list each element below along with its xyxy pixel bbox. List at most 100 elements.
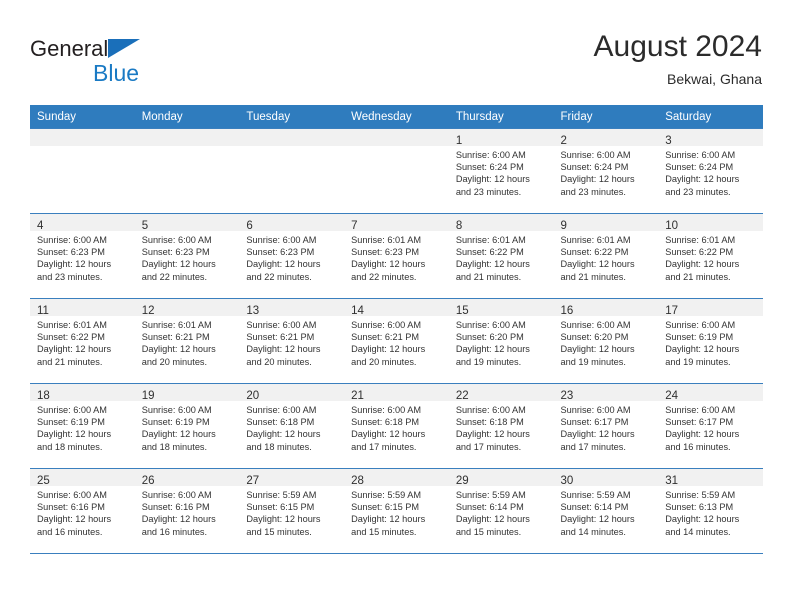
triangle-flag-icon [108,39,141,58]
day-number-band: 29 [448,469,554,487]
day-number-band [134,129,240,146]
title-block: August 2024 Bekwai, Ghana [594,28,762,89]
day-info-line: Daylight: 12 hours [37,344,112,355]
calendar-day-cell[interactable]: 25 Sunrise: 6:00 AM Sunset: 6:16 PM Dayligh… [30,468,135,554]
day-number: 29 [455,475,469,487]
calendar-day-cell[interactable]: 20 Sunrise: 6:00 AM Sunset: 6:18 PM Dayligh… [239,383,345,469]
day-number: 21 [351,390,364,402]
day-info-line: Sunset: 6:24 PM [665,162,734,173]
calendar-day-cell[interactable]: 11 Sunrise: 6:01 AM Sunset: 6:22 PM Dayligh… [30,298,135,384]
calendar-day-cell[interactable]: 5 Sunrise: 6:00 AM Sunset: 6:23 PM Daylight… [134,213,240,299]
calendar-day-cell[interactable]: 15 Sunrise: 6:00 AM Sunset: 6:20 PM Dayligh… [448,298,554,384]
day-number-band: 16 [553,299,659,317]
calendar-day-cell[interactable]: 13 Sunrise: 6:00 AM Sunset: 6:21 PM Dayligh… [239,298,345,384]
calendar-day-cell[interactable]: 10 Sunrise: 6:01 AM Sunset: 6:22 PM Dayligh… [658,213,763,299]
day-info-line: Daylight: 12 hours [37,514,112,525]
calendar-day-cell[interactable]: 27 Sunrise: 5:59 AM Sunset: 6:15 PM Dayligh… [239,468,345,554]
calendar-day-cell[interactable]: 4 Sunrise: 6:00 AM Sunset: 6:23 PM Daylight… [30,213,135,299]
calendar-day-cell[interactable]: 31 Sunrise: 5:59 AM Sunset: 6:13 PM Dayligh… [658,468,763,554]
day-info-line: Sunset: 6:22 PM [665,247,734,258]
day-number-band: 10 [658,214,763,232]
calendar-day-cell[interactable]: 19 Sunrise: 6:00 AM Sunset: 6:19 PM Dayligh… [134,383,240,469]
day-info-line: Sunset: 6:20 PM [560,332,629,343]
day-info-line: Daylight: 12 hours [246,344,321,355]
day-info-line: Sunset: 6:22 PM [455,247,524,258]
brand-name-primary: General [30,36,109,61]
day-info-line: Sunset: 6:18 PM [246,417,315,428]
calendar-day-cell[interactable]: 16 Sunrise: 6:00 AM Sunset: 6:20 PM Dayligh… [553,298,659,384]
day-number: 4 [37,220,44,232]
calendar-day-cell[interactable]: 22 Sunrise: 6:00 AM Sunset: 6:18 PM Dayligh… [448,383,554,469]
day-cell-details: Sunrise: 5:59 AM Sunset: 6:14 PM Daylight:… [554,486,659,538]
calendar-day-cell[interactable]: 7 Sunrise: 6:01 AM Sunset: 6:23 PM Daylight… [344,213,449,299]
day-info-line: Sunrise: 6:00 AM [37,490,107,500]
brand-logo[interactable]: General Blue [30,36,260,92]
day-info-line: Sunset: 6:14 PM [455,502,524,513]
day-info-line: Daylight: 12 hours [351,259,426,270]
day-number-band: 24 [658,384,763,402]
weekday-header-friday: Friday [553,105,659,129]
calendar-day-cell[interactable]: 14 Sunrise: 6:00 AM Sunset: 6:21 PM Dayligh… [344,298,449,384]
weekday-header-wednesday: Wednesday [344,105,449,129]
day-info-line: Sunset: 6:15 PM [351,502,420,513]
day-number-band: 19 [134,384,240,402]
weekday-row: Sunday Monday Tuesday Wednesday Thursday Frid… [30,105,763,129]
day-cell-details [135,146,240,149]
calendar-day-cell[interactable]: 28 Sunrise: 5:59 AM Sunset: 6:15 PM Dayligh… [344,468,449,554]
day-info-line: and 14 minutes. [665,526,731,537]
calendar-day-cell[interactable]: 8 Sunrise: 6:01 AM Sunset: 6:22 PM Daylight… [448,213,554,299]
calendar-day-cell[interactable]: 9 Sunrise: 6:01 AM Sunset: 6:22 PM Daylight… [553,213,659,299]
day-cell-details: Sunrise: 6:00 AM Sunset: 6:23 PM Daylight:… [239,231,344,283]
calendar-day-cell[interactable]: 21 Sunrise: 6:00 AM Sunset: 6:18 PM Dayligh… [344,383,449,469]
day-cell-details: Sunrise: 6:00 AM Sunset: 6:21 PM Daylight:… [239,316,344,368]
day-info-line: Sunrise: 6:00 AM [455,150,526,160]
day-number-band: 13 [239,299,345,317]
calendar-day-cell[interactable]: 26 Sunrise: 6:00 AM Sunset: 6:16 PM Dayligh… [134,468,240,554]
day-info-line: Daylight: 12 hours [560,259,635,270]
calendar-day-cell[interactable]: 3 Sunrise: 6:00 AM Sunset: 6:24 PM Daylight… [658,128,763,214]
day-number-band: 11 [30,299,135,317]
calendar-week-row: 4 Sunrise: 6:00 AM Sunset: 6:23 PM Daylight… [30,213,763,299]
day-number-band: 7 [344,214,449,232]
day-number-band: 5 [134,214,240,232]
day-number-band: 9 [553,214,659,232]
calendar-day-cell[interactable]: 18 Sunrise: 6:00 AM Sunset: 6:19 PM Dayligh… [30,383,135,469]
day-number: 14 [351,305,364,317]
calendar-day-cell-empty [30,128,135,214]
page-title: August 2024 [593,30,762,63]
calendar-day-cell[interactable]: 1 Sunrise: 6:00 AM Sunset: 6:24 PM Daylight… [448,128,554,214]
page-subtitle: Bekwai, Ghana [667,71,762,87]
day-info-line: Daylight: 12 hours [665,259,740,270]
day-number: 5 [141,220,149,232]
day-number: 26 [141,475,155,487]
day-info-line: and 20 minutes. [141,356,208,367]
day-info-line: Sunrise: 6:00 AM [246,235,317,245]
calendar-day-cell[interactable]: 30 Sunrise: 5:59 AM Sunset: 6:14 PM Dayligh… [553,468,659,554]
day-info-line: Daylight: 12 hours [246,259,321,270]
day-info-line: and 15 minutes. [351,526,417,537]
day-number: 27 [246,475,260,487]
day-info-line: Sunset: 6:17 PM [560,417,629,428]
calendar-week-row: 25 Sunrise: 6:00 AM Sunset: 6:16 PM Dayligh… [30,468,763,554]
calendar-day-cell[interactable]: 23 Sunrise: 6:00 AM Sunset: 6:17 PM Dayligh… [553,383,659,469]
day-number-band: 23 [553,384,659,402]
calendar-day-cell[interactable]: 17 Sunrise: 6:00 AM Sunset: 6:19 PM Dayligh… [658,298,763,384]
day-number: 17 [665,305,679,317]
weekday-header-tuesday: Tuesday [239,105,345,129]
calendar-day-cell[interactable]: 6 Sunrise: 6:00 AM Sunset: 6:23 PM Daylight… [239,213,345,299]
calendar-day-cell[interactable]: 24 Sunrise: 6:00 AM Sunset: 6:17 PM Dayligh… [658,383,763,469]
day-info-line: Sunrise: 6:00 AM [246,405,317,415]
calendar-day-cell[interactable]: 29 Sunrise: 5:59 AM Sunset: 6:14 PM Dayligh… [448,468,554,554]
day-number: 9 [560,220,567,232]
day-info-line: Daylight: 12 hours [246,429,321,440]
calendar-day-cell[interactable]: 2 Sunrise: 6:00 AM Sunset: 6:24 PM Daylight… [553,128,659,214]
day-number-band: 2 [553,129,659,147]
day-info-line: Sunset: 6:21 PM [246,332,315,343]
day-number-band: 27 [239,469,345,487]
day-info-line: Daylight: 12 hours [246,514,321,525]
day-number: 18 [37,390,50,402]
day-info-line: Sunset: 6:13 PM [665,502,734,513]
calendar-day-cell[interactable]: 12 Sunrise: 6:01 AM Sunset: 6:21 PM Dayligh… [134,298,240,384]
day-number-band: 15 [448,299,554,317]
day-info-line: and 17 minutes. [455,441,522,452]
